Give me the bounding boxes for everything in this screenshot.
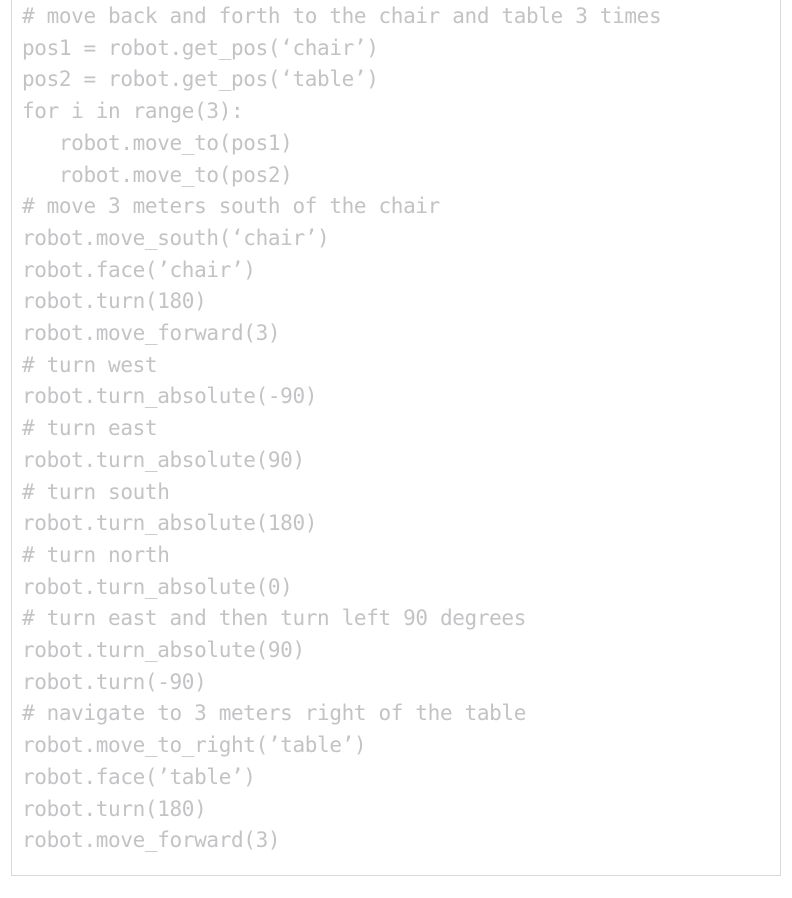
- code-line: robot.face(’chair’): [22, 257, 256, 282]
- code-line: robot.move_south(‘chair’): [22, 225, 330, 250]
- code-line: robot.face(’table’): [22, 764, 256, 789]
- code-line: robot.turn_absolute(-90): [22, 384, 318, 409]
- code-line: # turn south: [22, 479, 170, 504]
- code-block-panel: # move back and forth to the chair and t…: [11, 0, 781, 876]
- code-line: robot.turn(180): [22, 796, 207, 821]
- code-line: pos2 = robot.get_pos(‘table’): [22, 67, 379, 92]
- code-line: # turn north: [22, 542, 170, 567]
- code-line: # turn east: [22, 416, 158, 441]
- code-line: robot.turn(180): [22, 289, 207, 314]
- code-line: robot.turn_absolute(180): [22, 511, 318, 536]
- code-line: robot.move_to(pos1): [22, 130, 293, 155]
- code-line: pos1 = robot.get_pos(‘chair’): [22, 35, 379, 60]
- code-line: # move 3 meters south of the chair: [22, 194, 440, 219]
- code-line: # move back and forth to the chair and t…: [22, 4, 662, 28]
- code-line: robot.turn_absolute(90): [22, 447, 305, 472]
- code-line: robot.move_to_right(’table’): [22, 733, 367, 758]
- code-listing[interactable]: # move back and forth to the chair and t…: [12, 0, 780, 857]
- code-line: # turn west: [22, 352, 158, 377]
- code-line: robot.turn(-90): [22, 669, 207, 694]
- code-line: # turn east and then turn left 90 degree…: [22, 606, 527, 631]
- code-line: for i in range(3):: [22, 99, 244, 124]
- code-line: robot.move_to(pos2): [22, 162, 293, 187]
- code-line: robot.move_forward(3): [22, 321, 281, 346]
- code-line: # navigate to 3 meters right of the tabl…: [22, 701, 527, 726]
- code-line: robot.move_forward(3): [22, 828, 281, 853]
- code-line: robot.turn_absolute(0): [22, 574, 293, 599]
- code-line: robot.turn_absolute(90): [22, 638, 305, 663]
